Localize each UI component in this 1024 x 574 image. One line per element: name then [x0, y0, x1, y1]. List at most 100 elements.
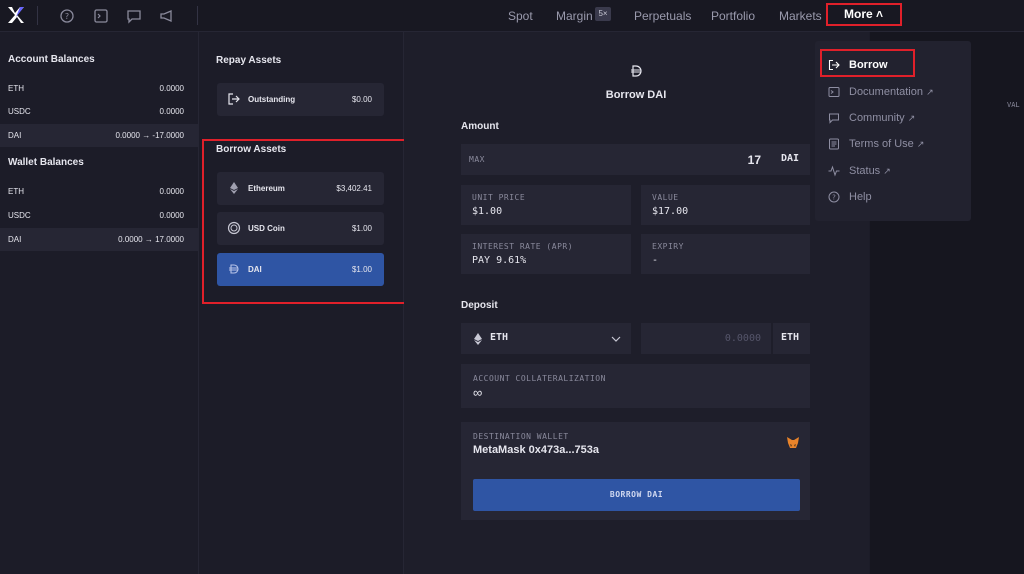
balances-panel: Account Balances ETH 0.0000 USDC 0.0000 … — [0, 32, 199, 574]
more-dropdown-menu: Borrow Documentation ↗ Community ↗ Terms… — [815, 41, 971, 221]
menu-item-label: Status — [849, 165, 881, 177]
value-amount: $17.00 — [652, 206, 689, 217]
svg-text:?: ? — [832, 194, 836, 202]
menu-item-documentation[interactable]: Documentation ↗ — [849, 86, 934, 98]
borrow-dai-button-label: BORROW DAI — [609, 490, 664, 499]
menu-item-label: Community — [849, 112, 905, 124]
asset-name: DAI — [8, 131, 22, 140]
chevron-down-icon — [611, 336, 621, 342]
borrow-item-dai[interactable]: DAI $1.00 — [217, 253, 384, 286]
deposit-amount-input[interactable]: 0.0000 — [641, 323, 771, 354]
deposit-unit: ETH — [773, 323, 810, 354]
expiry-value: - — [652, 255, 659, 266]
destination-wallet-box: DESTINATION WALLET MetaMask 0x473a...753… — [461, 422, 810, 520]
amount-unit-label: DAI — [781, 153, 800, 164]
chat-icon — [829, 113, 839, 124]
document-icon — [829, 138, 839, 150]
deposit-label: Deposit — [461, 300, 498, 311]
asset-name: ETH — [8, 187, 24, 196]
asset-name: DAI — [8, 235, 22, 244]
repay-assets-title: Repay Assets — [216, 55, 282, 66]
dydx-logo-icon[interactable] — [6, 5, 26, 25]
borrow-item-ethereum[interactable]: Ethereum $3,402.41 — [217, 172, 384, 205]
asset-name: USDC — [8, 211, 31, 220]
deposit-unit-label: ETH — [781, 332, 800, 343]
outstanding-value: $0.00 — [351, 95, 372, 104]
menu-item-borrow[interactable]: Borrow — [849, 59, 888, 71]
borrow-item-label: USD Coin — [248, 224, 285, 233]
metamask-fox-icon — [787, 437, 799, 448]
asset-value: 0.0000 → 17.0000 — [118, 235, 184, 244]
nav-spot[interactable]: Spot — [508, 9, 533, 23]
asset-value: 0.0000 — [159, 107, 184, 116]
activity-icon — [828, 165, 840, 177]
margin-leverage-badge: 5× — [595, 7, 611, 21]
wallet-row-dai: DAI 0.0000 → 17.0000 — [0, 228, 198, 251]
help-circle-icon[interactable]: ? — [58, 7, 76, 25]
deposit-amount-placeholder: 0.0000 — [724, 333, 761, 344]
menu-item-label: Terms of Use — [849, 138, 914, 150]
external-link-icon: ↗ — [907, 113, 916, 123]
unit-price-value: $1.00 — [472, 206, 503, 217]
nav-more-menu[interactable]: More ˄ — [826, 3, 902, 26]
account-row-usdc: USDC 0.0000 — [0, 100, 198, 123]
account-row-dai: DAI 0.0000 → -17.0000 — [0, 124, 198, 147]
amount-label: Amount — [461, 121, 499, 132]
nav-portfolio[interactable]: Portfolio — [711, 9, 755, 23]
menu-item-terms-of-use[interactable]: Terms of Use ↗ — [849, 138, 924, 150]
value-label: VALUE — [652, 193, 679, 202]
usd-coin-icon — [227, 221, 241, 235]
terminal-icon[interactable] — [92, 7, 110, 25]
external-link-icon: ↗ — [926, 87, 934, 97]
asset-name: USDC — [8, 107, 31, 116]
outstanding-card[interactable]: Outstanding $0.00 — [217, 83, 384, 116]
menu-item-help[interactable]: Help — [849, 191, 872, 203]
borrow-dai-button[interactable]: BORROW DAI — [473, 479, 800, 511]
expiry-label: EXPIRY — [652, 242, 684, 251]
svg-text:?: ? — [65, 12, 69, 21]
menu-item-community[interactable]: Community ↗ — [849, 112, 915, 124]
unit-price-label: UNIT PRICE — [472, 193, 526, 202]
top-nav-bar: ? Spot Margin 5× Perpetuals Portfolio Ma… — [0, 0, 1024, 32]
interest-rate-value: PAY 9.61% — [472, 255, 527, 266]
collateralization-label: ACCOUNT COLLATERALIZATION — [473, 374, 606, 383]
terminal-icon — [828, 87, 840, 97]
amount-value[interactable]: 17 — [748, 153, 761, 167]
sign-out-icon — [228, 93, 240, 105]
page-title: Borrow DAI — [605, 89, 667, 101]
nav-margin[interactable]: Margin — [556, 9, 593, 23]
divider — [197, 6, 198, 25]
menu-item-status[interactable]: Status ↗ — [849, 165, 891, 177]
destination-wallet-label: DESTINATION WALLET — [473, 432, 569, 441]
nav-markets[interactable]: Markets — [779, 9, 822, 23]
borrow-item-value: $1.00 — [351, 265, 372, 274]
partial-column-header: VAL — [1007, 101, 1020, 109]
wallet-row-eth: ETH 0.0000 — [0, 180, 198, 203]
borrow-item-value: $3,402.41 — [336, 184, 372, 193]
wallet-balances-title: Wallet Balances — [8, 157, 84, 168]
borrow-item-value: $1.00 — [351, 224, 372, 233]
deposit-asset-label: ETH — [490, 332, 509, 343]
help-circle-icon: ? — [828, 191, 840, 203]
amount-input[interactable]: MAX 17 — [461, 144, 775, 175]
borrow-item-label: DAI — [248, 265, 262, 274]
megaphone-icon[interactable] — [158, 7, 176, 25]
max-button[interactable]: MAX — [469, 155, 485, 164]
chat-icon[interactable] — [125, 7, 143, 25]
asset-value: 0.0000 — [159, 84, 184, 93]
deposit-asset-select[interactable]: ETH — [461, 323, 631, 354]
borrow-item-usd-coin[interactable]: USD Coin $1.00 — [217, 212, 384, 245]
nav-perpetuals[interactable]: Perpetuals — [634, 9, 691, 23]
asset-value: 0.0000 — [159, 187, 184, 196]
unit-price-box: UNIT PRICE $1.00 — [461, 185, 631, 225]
external-link-icon: ↗ — [916, 139, 925, 149]
ethereum-icon — [474, 333, 482, 345]
expiry-box: EXPIRY - — [641, 234, 810, 274]
ethereum-icon — [230, 182, 238, 194]
wallet-row-usdc: USDC 0.0000 — [0, 204, 198, 227]
asset-value: 0.0000 — [159, 211, 184, 220]
value-box: VALUE $17.00 — [641, 185, 810, 225]
interest-rate-box: INTEREST RATE (APR) PAY 9.61% — [461, 234, 631, 274]
menu-item-label: Documentation — [849, 86, 923, 98]
collateralization-value: ∞ — [473, 385, 483, 400]
